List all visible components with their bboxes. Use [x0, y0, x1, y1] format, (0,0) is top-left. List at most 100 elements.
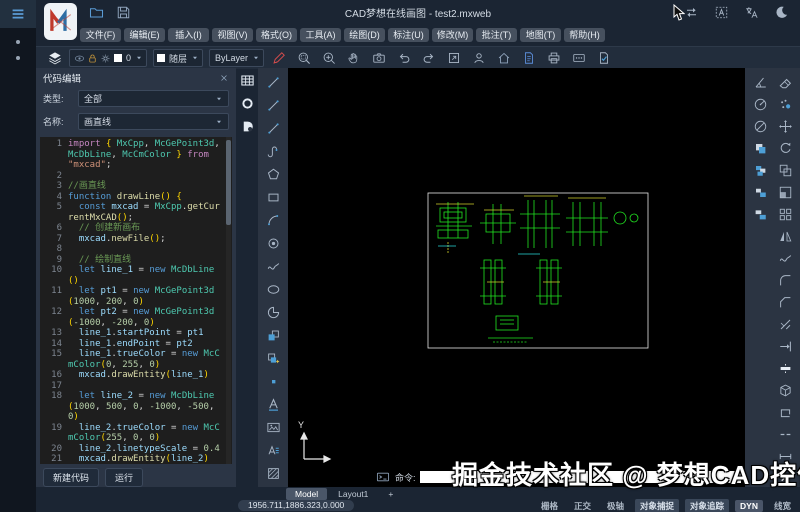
mirror-icon[interactable] [775, 225, 795, 247]
layer-visibility-icon[interactable] [73, 52, 86, 65]
arc-icon[interactable] [263, 209, 283, 232]
circle-icon[interactable] [263, 278, 283, 301]
region-icon[interactable] [775, 401, 795, 423]
user-icon[interactable] [470, 50, 487, 67]
rectangle-icon[interactable] [263, 186, 283, 209]
hatch-icon[interactable] [263, 462, 283, 485]
copy-base-icon[interactable] [750, 159, 770, 181]
collapse-icon[interactable] [775, 467, 795, 489]
toggle-线宽[interactable]: 线宽 [769, 499, 796, 512]
chamfer-icon[interactable] [775, 291, 795, 313]
menu-item-修改(M)[interactable]: 修改(M) [432, 28, 473, 42]
circle-2pt-icon[interactable] [750, 115, 770, 137]
rotate-icon[interactable] [775, 137, 795, 159]
measure-angle-icon[interactable] [750, 71, 770, 93]
scale-icon[interactable] [775, 181, 795, 203]
segment-icon[interactable] [263, 94, 283, 117]
zoom-window-icon[interactable] [295, 50, 312, 67]
toggle-DYN[interactable]: DYN [735, 500, 763, 512]
save-file-icon[interactable] [115, 4, 132, 21]
spline-icon[interactable] [263, 255, 283, 278]
paste-block-icon[interactable] [750, 203, 770, 225]
trim-icon[interactable] [775, 313, 795, 335]
new-document-icon[interactable] [520, 50, 537, 67]
new-code-button[interactable]: 新建代码 [43, 468, 99, 487]
print-icon[interactable] [545, 50, 562, 67]
toggle-栅格[interactable]: 栅格 [536, 499, 563, 512]
snapshot-icon[interactable] [370, 50, 387, 67]
offset-icon[interactable] [775, 159, 795, 181]
switch-window-icon[interactable] [683, 4, 700, 21]
circle-radius-icon[interactable] [750, 93, 770, 115]
open-folder-icon[interactable] [88, 4, 105, 21]
menu-item-地图(T)[interactable]: 地图(T) [520, 28, 561, 42]
save-check-icon[interactable] [595, 50, 612, 67]
layer-lock-icon[interactable] [86, 52, 99, 65]
layer-freeze-icon[interactable] [99, 52, 112, 65]
copy-icon[interactable] [775, 93, 795, 115]
scrollbar-thumb[interactable] [226, 140, 231, 225]
name-select[interactable]: 画直线 [78, 113, 229, 130]
layout-tab-Model[interactable]: Model [286, 488, 327, 500]
measure-icon[interactable] [775, 445, 795, 467]
block-attribute-icon[interactable] [263, 347, 283, 370]
menu-item-帮助(H)[interactable]: 帮助(H) [564, 28, 605, 42]
copy-object-icon[interactable] [750, 137, 770, 159]
toggle-对象捕捉[interactable]: 对象捕捉 [635, 499, 679, 512]
code-scrollbar[interactable] [226, 137, 231, 464]
type-select[interactable]: 全部 [78, 90, 229, 107]
point-icon[interactable] [263, 370, 283, 393]
polyline-icon[interactable] [263, 140, 283, 163]
viewport-frame-icon[interactable] [445, 50, 462, 67]
cad-canvas[interactable]: Y 命令: [288, 68, 745, 487]
image-icon[interactable] [263, 416, 283, 439]
ray-icon[interactable] [263, 117, 283, 140]
command-input[interactable] [420, 471, 741, 483]
run-button[interactable]: 运行 [105, 468, 143, 487]
redo-icon[interactable] [420, 50, 437, 67]
line-icon[interactable] [263, 71, 283, 94]
erase-icon[interactable] [775, 71, 795, 93]
donut-icon[interactable] [263, 232, 283, 255]
linetype-dropdown[interactable]: ByLayer [209, 49, 264, 67]
toggle-正交[interactable]: 正交 [569, 499, 596, 512]
array-icon[interactable] [775, 203, 795, 225]
wipeout-icon[interactable] [238, 117, 256, 135]
stretch-icon[interactable] [775, 357, 795, 379]
close-icon[interactable] [219, 73, 229, 83]
more-options-icon[interactable] [570, 50, 587, 67]
code-editor[interactable]: 1import { MxCpp, McGePoint3d, McDbLine, … [40, 137, 232, 464]
circle-tool-icon[interactable] [238, 94, 256, 112]
menu-item-工具(A)[interactable]: 工具(A) [300, 28, 341, 42]
menu-item-批注(T)[interactable]: 批注(T) [476, 28, 517, 42]
pan-icon[interactable] [345, 50, 362, 67]
break-icon[interactable] [775, 423, 795, 445]
menu-item-插入(I)[interactable]: 插入(I) [168, 28, 209, 42]
polygon-icon[interactable] [263, 163, 283, 186]
move-icon[interactable] [775, 115, 795, 137]
menu-item-文件(F)[interactable]: 文件(F) [80, 28, 121, 42]
layout-tab-Layout1[interactable]: Layout1 [329, 488, 377, 500]
layer-manager-icon[interactable] [46, 50, 63, 67]
toggle-极轴[interactable]: 极轴 [602, 499, 629, 512]
home-icon[interactable] [495, 50, 512, 67]
ellipse-arc-icon[interactable] [263, 301, 283, 324]
theme-moon-icon[interactable] [773, 4, 790, 21]
menu-item-格式(O)[interactable]: 格式(O) [256, 28, 297, 42]
paste-icon[interactable] [750, 181, 770, 203]
insert-block-icon[interactable] [263, 324, 283, 347]
toggle-对象追踪[interactable]: 对象追踪 [685, 499, 729, 512]
color-dropdown[interactable]: 随层 [153, 49, 203, 67]
menu-item-视图(V)[interactable]: 视图(V) [212, 28, 253, 42]
zoom-extents-icon[interactable] [320, 50, 337, 67]
layer-dropdown[interactable]: 0 [69, 49, 147, 67]
menu-item-标注(U)[interactable]: 标注(U) [388, 28, 429, 42]
select-mode-icon[interactable] [713, 4, 730, 21]
text-icon[interactable] [263, 393, 283, 416]
menu-item-编辑(E)[interactable]: 编辑(E) [124, 28, 165, 42]
command-window-icon[interactable] [374, 469, 391, 486]
box-3d-icon[interactable] [775, 379, 795, 401]
spline-edit-icon[interactable] [775, 247, 795, 269]
table-icon[interactable] [238, 71, 256, 89]
layout-tab-+[interactable]: + [379, 488, 402, 500]
